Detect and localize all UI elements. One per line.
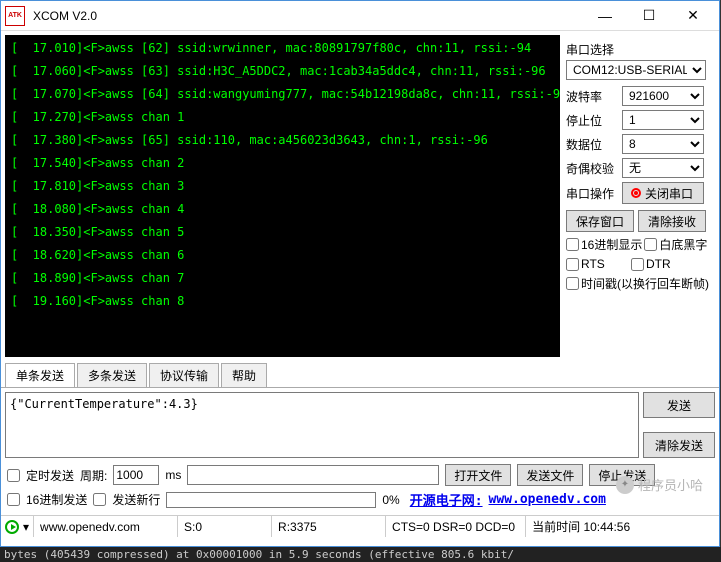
record-icon: [631, 188, 641, 198]
console-line: [ 17.070]<F>awss [64] ssid:wangyuming777…: [11, 87, 554, 101]
baud-select[interactable]: 921600: [622, 86, 704, 106]
console-line: [ 18.620]<F>awss chan 6: [11, 248, 554, 262]
timed-send-label: 定时发送: [26, 467, 74, 484]
maximize-button[interactable]: ☐: [627, 2, 671, 30]
link-url[interactable]: www.openedv.com: [489, 492, 606, 507]
tab-bar: 单条发送 多条发送 协议传输 帮助: [1, 363, 719, 388]
hex-display-checkbox[interactable]: [566, 238, 579, 251]
timestamp-label: 时间戳(以换行回车断帧): [581, 275, 709, 292]
status-time: 当前时间 10:44:56: [525, 516, 636, 537]
send-newline-label: 发送新行: [112, 491, 160, 508]
progress-bar: [166, 492, 376, 508]
send-button[interactable]: 发送: [643, 392, 715, 418]
send-file-button[interactable]: 发送文件: [517, 464, 583, 486]
console-output[interactable]: [ 17.010]<F>awss [62] ssid:wrwinner, mac…: [5, 35, 560, 357]
console-line: [ 18.080]<F>awss chan 4: [11, 202, 554, 216]
close-button[interactable]: ✕: [671, 2, 715, 30]
console-line: [ 17.810]<F>awss chan 3: [11, 179, 554, 193]
bw-label: 白底黑字: [659, 236, 707, 253]
main-window: ATK XCOM V2.0 — ☐ ✕ [ 17.010]<F>awss [62…: [0, 0, 720, 547]
status-sent: S:0: [177, 516, 267, 537]
stop-label: 停止位: [566, 112, 622, 129]
parity-label: 奇偶校验: [566, 160, 622, 177]
clear-send-button[interactable]: 清除发送: [643, 432, 715, 458]
footer-strip: bytes (405439 compressed) at 0x00001000 …: [0, 547, 721, 562]
tab-multi-send[interactable]: 多条发送: [77, 363, 147, 387]
data-select[interactable]: 8: [622, 134, 704, 154]
save-window-button[interactable]: 保存窗口: [566, 210, 634, 232]
tab-single-send[interactable]: 单条发送: [5, 363, 75, 387]
period-unit: ms: [165, 468, 181, 482]
hex-send-label: 16进制发送: [26, 491, 87, 508]
console-line: [ 17.380]<F>awss [65] ssid:110, mac:a456…: [11, 133, 554, 147]
timestamp-checkbox[interactable]: [566, 277, 579, 290]
window-title: XCOM V2.0: [33, 9, 583, 23]
console-line: [ 18.350]<F>awss chan 5: [11, 225, 554, 239]
rts-checkbox[interactable]: [566, 258, 579, 271]
parity-select[interactable]: 无: [622, 158, 704, 178]
link-label: 开源电子网:: [410, 490, 483, 509]
status-icon[interactable]: [5, 520, 19, 534]
sidebar: 串口选择 COM12:USB-SERIAL 波特率921600 停止位1 数据位…: [564, 31, 719, 361]
period-label: 周期:: [80, 467, 107, 484]
tab-help[interactable]: 帮助: [221, 363, 267, 387]
open-file-button[interactable]: 打开文件: [445, 464, 511, 486]
hex-send-checkbox[interactable]: [7, 493, 20, 506]
op-label: 串口操作: [566, 185, 622, 202]
rts-label: RTS: [581, 257, 629, 271]
console-line: [ 18.890]<F>awss chan 7: [11, 271, 554, 285]
status-site: www.openedv.com: [33, 516, 173, 537]
close-port-button[interactable]: 关闭串口: [622, 182, 704, 204]
tab-protocol[interactable]: 协议传输: [149, 363, 219, 387]
titlebar: ATK XCOM V2.0 — ☐ ✕: [1, 1, 719, 31]
hex-display-label: 16进制显示: [581, 236, 642, 253]
status-lines: CTS=0 DSR=0 DCD=0: [385, 516, 521, 537]
send-newline-checkbox[interactable]: [93, 493, 106, 506]
status-bar: ▾ www.openedv.com S:0 R:3375 CTS=0 DSR=0…: [1, 515, 719, 537]
console-line: [ 19.160]<F>awss chan 8: [11, 294, 554, 308]
progress-pct: 0%: [382, 493, 399, 507]
clear-recv-button[interactable]: 清除接收: [638, 210, 706, 232]
dtr-checkbox[interactable]: [631, 258, 644, 271]
data-label: 数据位: [566, 136, 622, 153]
timed-send-checkbox[interactable]: [7, 469, 20, 482]
app-icon: ATK: [5, 6, 25, 26]
console-line: [ 17.060]<F>awss [63] ssid:H3C_A5DDC2, m…: [11, 64, 554, 78]
status-recv: R:3375: [271, 516, 381, 537]
bw-checkbox[interactable]: [644, 238, 657, 251]
period-input[interactable]: [113, 465, 159, 485]
send-textarea[interactable]: {"CurrentTemperature":4.3}: [5, 392, 639, 458]
console-line: [ 17.010]<F>awss [62] ssid:wrwinner, mac…: [11, 41, 554, 55]
minimize-button[interactable]: —: [583, 2, 627, 30]
console-line: [ 17.540]<F>awss chan 2: [11, 156, 554, 170]
port-select-label: 串口选择: [566, 41, 711, 58]
baud-label: 波特率: [566, 88, 622, 105]
port-select[interactable]: COM12:USB-SERIAL: [566, 60, 706, 80]
file-path-input[interactable]: [187, 465, 439, 485]
stop-send-button[interactable]: 停止发送: [589, 464, 655, 486]
stop-select[interactable]: 1: [622, 110, 704, 130]
console-line: [ 17.270]<F>awss chan 1: [11, 110, 554, 124]
dtr-label: DTR: [646, 257, 671, 271]
